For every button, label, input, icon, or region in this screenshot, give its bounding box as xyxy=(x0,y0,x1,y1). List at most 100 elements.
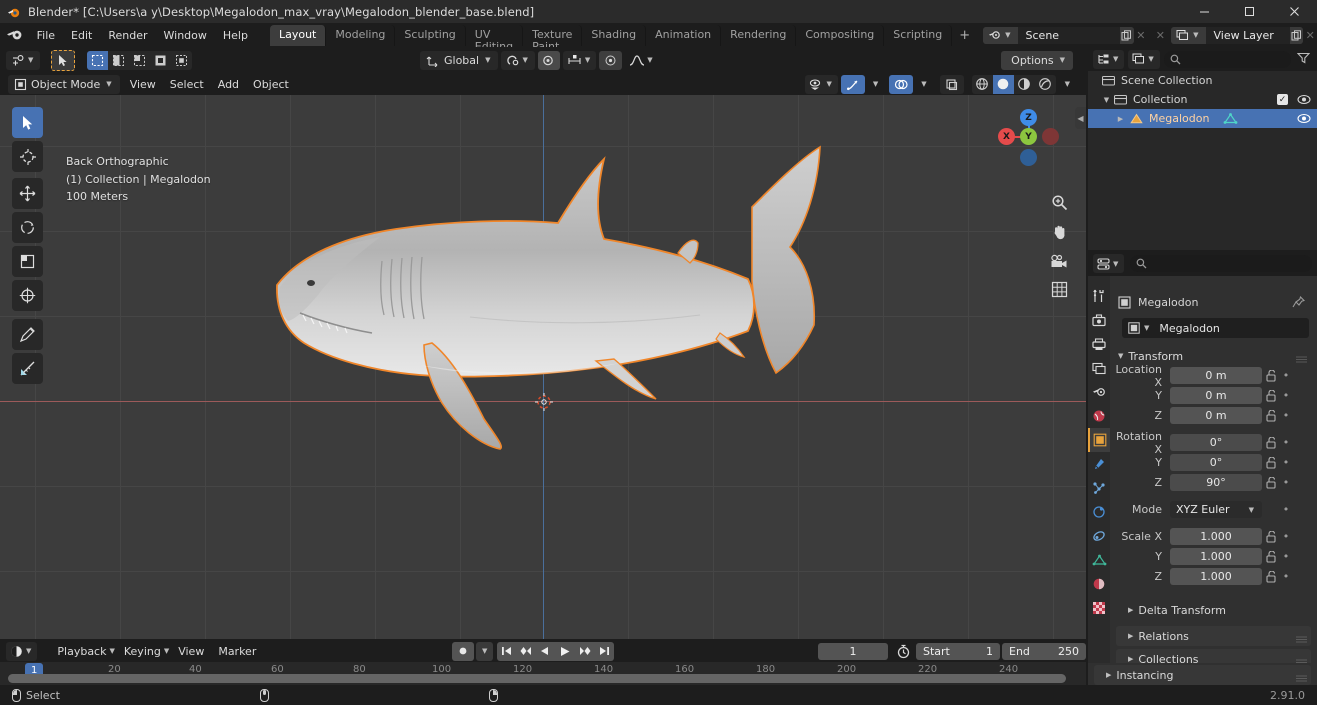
use-preview-range-icon[interactable] xyxy=(896,644,911,659)
gizmo-axis-z[interactable]: Z xyxy=(1020,109,1037,126)
timeline-editor[interactable]: ▼ Playback ▼ Keying ▼ View Marker ▼ 1 St… xyxy=(0,640,1086,685)
select-mode-group[interactable] xyxy=(87,50,193,70)
viewport-menu-select[interactable]: Select xyxy=(163,75,211,94)
transform-orientation-selector[interactable]: Global ▼ xyxy=(420,50,499,70)
location-x-value[interactable]: 0 m xyxy=(1170,367,1262,384)
workspace-tab-uv-editing[interactable]: UV Editing xyxy=(466,24,524,52)
frame-start-field[interactable]: Start 1 xyxy=(916,642,1000,660)
timeline-menu-view[interactable]: View xyxy=(171,642,211,661)
new-view-layer-button[interactable] xyxy=(1289,26,1304,44)
tab-physics-icon[interactable] xyxy=(1088,500,1110,524)
outliner-row-scene-collection[interactable]: Scene Collection xyxy=(1088,71,1317,90)
animate-property-icon[interactable]: • xyxy=(1280,409,1292,422)
delta-transform-panel-header[interactable]: ▶ Delta Transform xyxy=(1110,600,1317,620)
lock-icon[interactable] xyxy=(1262,436,1280,449)
workspace-tab-scripting[interactable]: Scripting xyxy=(884,24,953,46)
rotation-y-value[interactable]: 0° xyxy=(1170,454,1262,471)
camera-view-icon[interactable] xyxy=(1049,251,1069,271)
jump-to-end-button[interactable] xyxy=(595,641,614,661)
animate-property-icon[interactable]: • xyxy=(1280,503,1292,516)
proportional-falloff-icon[interactable] xyxy=(599,50,623,70)
outliner-search-input[interactable] xyxy=(1163,50,1291,68)
animate-property-icon[interactable]: • xyxy=(1280,456,1292,469)
jump-to-prev-keyframe-button[interactable] xyxy=(516,641,535,661)
animate-property-icon[interactable]: • xyxy=(1280,389,1292,402)
scene-selector[interactable]: ▼ Scene xyxy=(983,26,1135,44)
timeline-menu-playback[interactable]: Playback xyxy=(50,642,113,661)
lock-icon[interactable] xyxy=(1262,409,1280,422)
tool-select-box-active[interactable] xyxy=(51,49,76,71)
rotation-z-row[interactable]: Z 90° • xyxy=(1110,473,1317,492)
tab-modifiers-icon[interactable] xyxy=(1088,452,1110,476)
viewport-canvas[interactable]: Back Orthographic (1) Collection | Megal… xyxy=(0,95,1086,639)
visibility-selector[interactable]: ▼ xyxy=(805,74,838,94)
location-y-value[interactable]: 0 m xyxy=(1170,387,1262,404)
location-z-value[interactable]: 0 m xyxy=(1170,407,1262,424)
animate-property-icon[interactable]: • xyxy=(1280,530,1292,543)
rotation-z-value[interactable]: 90° xyxy=(1170,474,1262,491)
animate-property-icon[interactable]: • xyxy=(1280,369,1292,382)
zoom-view-icon[interactable] xyxy=(1049,192,1069,212)
remove-view-layer-button[interactable]: ✕ xyxy=(1303,27,1317,44)
scale-y-value[interactable]: 1.000 xyxy=(1170,548,1262,565)
proportional-editing-toggle[interactable] xyxy=(537,50,560,70)
viewport-3d[interactable]: ▼ Global ▼ ▼ ▼ ▼ Options ▼ Object Mode ▼… xyxy=(0,47,1086,639)
workspace-tab-layout[interactable]: Layout xyxy=(269,24,327,46)
pin-icon[interactable] xyxy=(1292,295,1305,309)
shading-mode-group[interactable] xyxy=(971,74,1056,94)
rotation-mode-row[interactable]: Mode XYZ Euler ▼ • xyxy=(1110,500,1317,519)
editor-type-selector[interactable]: ▼ xyxy=(6,50,41,70)
relations-panel-header[interactable]: ▶ Relations xyxy=(1116,626,1311,646)
frame-end-field[interactable]: End 250 xyxy=(1002,642,1086,660)
tool-annotate[interactable] xyxy=(12,319,43,350)
auto-keying-dropdown[interactable]: ▼ xyxy=(476,641,494,661)
tab-view-layer-icon[interactable] xyxy=(1088,356,1110,380)
pan-view-icon[interactable] xyxy=(1049,221,1069,241)
tab-material-icon[interactable] xyxy=(1088,572,1110,596)
tool-measure[interactable] xyxy=(12,353,43,384)
scale-y-row[interactable]: Y 1.000 • xyxy=(1110,547,1317,566)
scene-name[interactable]: Scene xyxy=(1017,26,1120,44)
properties-panel-body[interactable]: Megalodon ▼ Megalodon ▼ Transform Locati… xyxy=(1110,276,1317,683)
timeline-editor-type[interactable]: ▼ xyxy=(6,641,38,661)
timeline-ruler[interactable]: 20 40 60 80 100 120 140 160 180 200 220 … xyxy=(0,662,1086,685)
animate-property-icon[interactable]: • xyxy=(1280,476,1292,489)
viewport-menu-object[interactable]: Object xyxy=(246,75,296,94)
tool-scale[interactable] xyxy=(12,246,43,277)
tool-rotate[interactable] xyxy=(12,212,43,243)
gizmo-toggle[interactable] xyxy=(840,74,865,94)
select-subtract-icon[interactable] xyxy=(129,51,150,70)
tab-texture-icon[interactable] xyxy=(1088,596,1110,620)
collection-checkbox[interactable]: ✓ xyxy=(1277,94,1288,105)
eye-icon[interactable] xyxy=(1297,94,1311,105)
timeline-scrollbar[interactable] xyxy=(8,674,1066,683)
workspace-tab-sculpting[interactable]: Sculpting xyxy=(395,24,466,46)
wireframe-shading-icon[interactable] xyxy=(972,75,993,94)
location-z-row[interactable]: Z 0 m • xyxy=(1110,406,1317,425)
tab-scene-icon[interactable] xyxy=(1088,380,1110,404)
close-button[interactable] xyxy=(1272,0,1317,23)
properties-editor[interactable]: ▼ Megalodon ▼ Megalodon ▼ Transform Loca… xyxy=(1088,251,1317,683)
animate-property-icon[interactable]: • xyxy=(1280,570,1292,583)
minimize-button[interactable] xyxy=(1182,0,1227,23)
solid-shading-icon[interactable] xyxy=(992,74,1014,94)
workspace-tab-shading[interactable]: Shading xyxy=(582,24,647,46)
timeline-menu-marker[interactable]: Marker xyxy=(211,642,263,661)
object-mode-selector[interactable]: Object Mode ▼ xyxy=(8,74,120,94)
xray-toggle[interactable] xyxy=(939,74,964,94)
shading-dropdown[interactable]: ▼ xyxy=(1060,75,1075,94)
lock-icon[interactable] xyxy=(1262,369,1280,382)
tab-object-icon[interactable] xyxy=(1088,428,1110,452)
object-name-field[interactable]: ▼ Megalodon xyxy=(1122,318,1309,338)
tool-cursor[interactable] xyxy=(12,141,43,172)
tab-render-icon[interactable] xyxy=(1088,308,1110,332)
auto-keying-toggle[interactable] xyxy=(452,641,474,661)
location-x-row[interactable]: Location X 0 m • xyxy=(1110,363,1317,389)
rendered-shading-icon[interactable] xyxy=(1035,75,1056,94)
workspace-tab-modeling[interactable]: Modeling xyxy=(326,24,396,46)
tab-output-icon[interactable] xyxy=(1088,332,1110,356)
tool-move[interactable] xyxy=(12,178,43,209)
animate-property-icon[interactable]: • xyxy=(1280,550,1292,563)
lock-icon[interactable] xyxy=(1262,570,1280,583)
outliner-display-mode[interactable]: ▼ xyxy=(1128,49,1160,69)
